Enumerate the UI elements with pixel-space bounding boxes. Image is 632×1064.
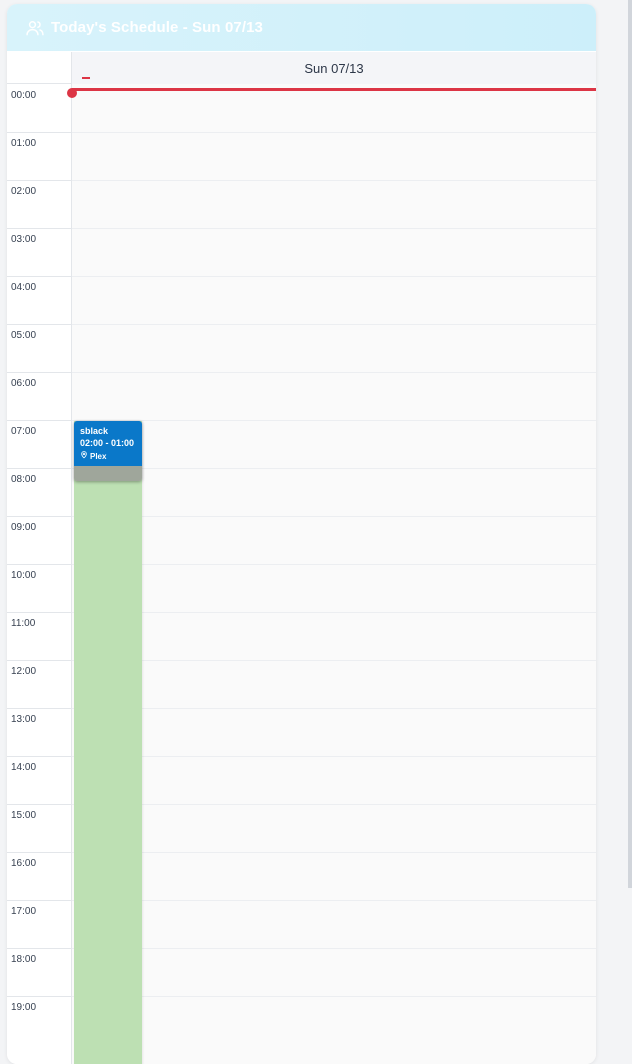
time-slot-label: 10:00: [11, 570, 37, 581]
hour-row-divider: [72, 996, 596, 997]
time-slot-label: 11:00: [11, 618, 36, 629]
hour-row-divider: [72, 516, 596, 517]
day-column-header[interactable]: Sun 07/13: [72, 52, 596, 85]
time-slot-label: 18:00: [11, 954, 37, 965]
time-slot-label: 19:00: [11, 1002, 37, 1013]
time-divider: [7, 564, 72, 565]
time-slot-label: 02:00: [11, 186, 37, 197]
hour-row-divider: [72, 372, 596, 373]
event-time: 02:00 - 01:00: [80, 438, 135, 448]
time-slot-label: 06:00: [11, 378, 37, 389]
time-slot-label: 09:00: [11, 522, 37, 533]
time-slot-label: 04:00: [11, 282, 37, 293]
time-slot-label: 12:00: [11, 666, 37, 677]
current-time-indicator: [67, 88, 596, 98]
time-slot-label: 17:00: [11, 906, 37, 917]
time-divider: [7, 324, 72, 325]
time-divider: [7, 132, 72, 133]
day-column[interactable]: sblack 02:00 - 01:00 Plex: [67, 77, 596, 1064]
hour-row-divider: [72, 804, 596, 805]
time-axis: 00:00 01:00 02:00 03:00 04:00 05:00 06:00 07:00…: [7, 84, 72, 1064]
time-divider: [7, 708, 72, 709]
time-divider: [7, 468, 72, 469]
schedule-header: Today's Schedule - Sun 07/13: [7, 4, 596, 51]
hour-row-divider: [72, 852, 596, 853]
hour-row-divider: [72, 132, 596, 133]
event-duration-bar[interactable]: [74, 421, 142, 1064]
time-divider: [7, 996, 72, 997]
time-divider: [7, 948, 72, 949]
hour-row-divider: [72, 276, 596, 277]
users-icon: [25, 18, 45, 38]
time-divider: [7, 420, 72, 421]
time-divider: [7, 228, 72, 229]
schedule-title: Today's Schedule - Sun 07/13: [51, 19, 263, 36]
event-location-label: Plex: [90, 451, 107, 461]
event-location: Plex: [80, 450, 142, 462]
day-label: Sun 07/13: [304, 60, 364, 76]
time-divider: [7, 852, 72, 853]
hour-row-divider: [72, 756, 596, 757]
time-divider: [7, 900, 72, 901]
time-slot-label: 15:00: [11, 810, 37, 821]
hour-row-divider: [72, 900, 596, 901]
time-divider: [7, 180, 72, 181]
time-slot-label: 07:00: [11, 426, 37, 437]
time-slot-label: 00:00: [11, 90, 37, 101]
time-slot-label: 01:00: [11, 138, 37, 149]
schedule-card: Today's Schedule - Sun 07/13 Sun 07/13 0…: [7, 4, 596, 1064]
time-slot-label: 13:00: [11, 714, 37, 725]
hour-row-divider: [72, 612, 596, 613]
map-pin-icon: [80, 450, 88, 462]
time-divider: [7, 660, 72, 661]
hour-row-divider: [72, 180, 596, 181]
event-user: sblack: [80, 426, 109, 436]
time-slot-label: 03:00: [11, 234, 37, 245]
calendar-grid: Sun 07/13 00:00 01:00 02:00 03:00 04:00 05:00…: [7, 52, 596, 1064]
hour-row-divider: [72, 420, 596, 421]
hour-row-divider: [72, 468, 596, 469]
time-divider: [7, 372, 72, 373]
hour-row-divider: [72, 948, 596, 949]
hour-row-divider: [72, 660, 596, 661]
hour-row-divider: [72, 564, 596, 565]
hour-row-divider: [72, 228, 596, 229]
page-scrollbar[interactable]: [628, 0, 632, 888]
time-divider: [7, 804, 72, 805]
time-divider: [7, 756, 72, 757]
event-card[interactable]: sblack 02:00 - 01:00 Plex: [74, 421, 142, 481]
grid-corner: [7, 52, 72, 84]
time-divider: [7, 612, 72, 613]
current-time-marker: [82, 77, 90, 79]
current-time-dot: [67, 88, 77, 98]
time-slot-label: 14:00: [11, 762, 37, 773]
time-divider: [7, 516, 72, 517]
time-slot-label: 08:00: [11, 474, 37, 485]
time-divider: [7, 276, 72, 277]
hour-row-divider: [72, 324, 596, 325]
time-slot-label: 05:00: [11, 330, 37, 341]
event-card-footer: [74, 466, 142, 481]
time-slot-label: 16:00: [11, 858, 37, 869]
hour-row-divider: [72, 708, 596, 709]
